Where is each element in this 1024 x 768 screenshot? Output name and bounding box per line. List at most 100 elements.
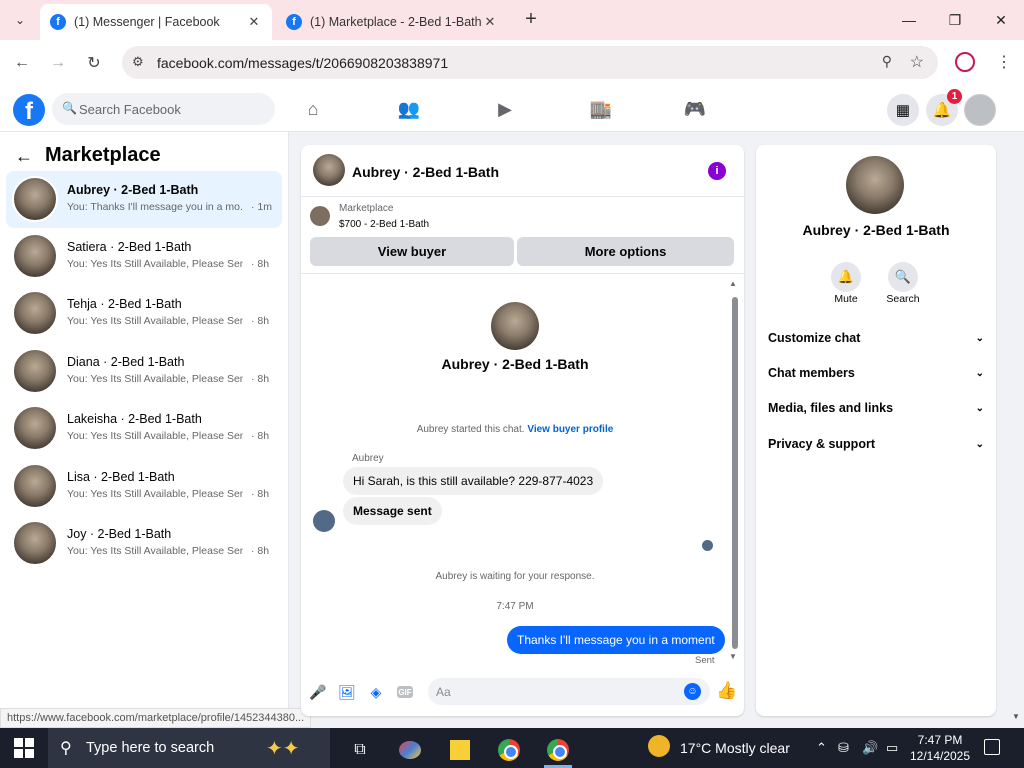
network-icon[interactable]: ⛁ bbox=[838, 740, 849, 756]
back-arrow-icon[interactable]: ← bbox=[10, 51, 34, 75]
mute-bell-icon[interactable]: 🔔 bbox=[831, 262, 861, 292]
conversation-item[interactable]: Satiera · 2-Bed 1-Bath You: Yes Its Stil… bbox=[6, 228, 282, 285]
tab-close-icon[interactable]: ✕ bbox=[246, 14, 262, 30]
back-arrow-icon[interactable]: ← bbox=[15, 146, 33, 167]
notifications-icon[interactable] bbox=[984, 739, 1000, 755]
listing-price: $700 - 2-Bed 1-Bath bbox=[339, 219, 430, 230]
menu-grid-icon[interactable]: ▦ bbox=[887, 94, 919, 126]
tab-search-chevron-icon[interactable]: ⌄ bbox=[8, 8, 32, 32]
chevron-down-icon: ⌄ bbox=[975, 402, 984, 414]
section-label: Chat members bbox=[768, 366, 855, 380]
marketplace-listing-row[interactable]: Marketplace $700 - 2-Bed 1-Bath bbox=[301, 197, 744, 237]
more-options-button[interactable]: More options bbox=[517, 237, 734, 266]
avatar bbox=[12, 405, 58, 451]
restore-icon[interactable]: ❐ bbox=[932, 0, 978, 40]
gif-icon[interactable]: GIF bbox=[397, 686, 413, 698]
facebook-logo-icon[interactable]: f bbox=[13, 94, 45, 126]
facebook-search[interactable]: 🔍 bbox=[52, 93, 275, 125]
friends-icon[interactable]: 👥 bbox=[396, 96, 422, 122]
search-icon[interactable]: 🔍 bbox=[888, 262, 918, 292]
browser-toolbar: ← → ↻ ⚙ facebook.com/messages/t/20669082… bbox=[0, 40, 1024, 86]
app-icon[interactable] bbox=[390, 732, 430, 768]
incoming-message[interactable]: Message sent bbox=[343, 497, 442, 525]
chrome-profile-icon[interactable] bbox=[955, 52, 975, 72]
media-files-links-section[interactable]: Media, files and links ⌄ bbox=[768, 396, 984, 420]
url-text[interactable]: facebook.com/messages/t/2066908203838971 bbox=[157, 55, 448, 71]
chrome-menu-icon[interactable]: ⋮ bbox=[996, 52, 1012, 72]
message-composer[interactable]: ☺ bbox=[428, 678, 710, 705]
chat-members-section[interactable]: Chat members ⌄ bbox=[768, 361, 984, 385]
site-info-icon[interactable]: ⚙ bbox=[132, 54, 144, 70]
chrome-profile-app-icon[interactable] bbox=[538, 732, 578, 768]
conversation-snippet: You: Thanks I'll message you in a mo... bbox=[67, 201, 243, 213]
marketplace-store-icon[interactable]: 🏬 bbox=[588, 96, 614, 122]
incoming-message[interactable]: Hi Sarah, is this still available? 229-8… bbox=[343, 467, 604, 495]
privacy-support-section[interactable]: Privacy & support ⌄ bbox=[768, 432, 984, 456]
chrome-icon[interactable] bbox=[489, 732, 529, 768]
chat-scrollbar[interactable] bbox=[732, 297, 738, 649]
info-icon[interactable]: i bbox=[708, 162, 726, 180]
avatar[interactable] bbox=[846, 156, 904, 214]
minimize-icon[interactable]: — bbox=[886, 0, 932, 40]
task-view-icon[interactable]: ⧉ bbox=[340, 732, 380, 768]
conversation-snippet: You: Yes Its Still Available, Please Sen… bbox=[67, 315, 243, 327]
sticker-icon[interactable]: ◈ bbox=[367, 683, 385, 701]
avatar bbox=[12, 520, 58, 566]
chevron-up-icon[interactable]: ⌃ bbox=[816, 740, 827, 756]
weather-moon-icon[interactable] bbox=[648, 735, 670, 757]
marketplace-label: Marketplace bbox=[339, 203, 394, 214]
conversation-name: Joy · 2-Bed 1-Bath bbox=[67, 527, 172, 541]
avatar[interactable] bbox=[313, 154, 345, 186]
tab-close-icon[interactable]: ✕ bbox=[482, 14, 498, 30]
account-avatar[interactable] bbox=[964, 94, 996, 126]
weather-text[interactable]: 17°C Mostly clear bbox=[680, 740, 790, 756]
conversation-item[interactable]: Diana · 2-Bed 1-Bath You: Yes Its Still … bbox=[6, 343, 282, 400]
chat-title[interactable]: Aubrey · 2-Bed 1-Bath bbox=[352, 164, 499, 180]
zoom-magnifier-icon[interactable]: ⚲ bbox=[882, 53, 892, 70]
sticky-notes-icon[interactable] bbox=[440, 732, 480, 768]
gaming-icon[interactable]: 🎮 bbox=[682, 96, 708, 122]
taskbar-search[interactable]: ⚲ ✦✦ bbox=[48, 728, 330, 768]
conversation-item[interactable]: Lakeisha · 2-Bed 1-Bath You: Yes Its Sti… bbox=[6, 400, 282, 457]
link-status-bar: https://www.facebook.com/marketplace/pro… bbox=[0, 708, 312, 728]
view-buyer-profile-link[interactable]: View buyer profile bbox=[527, 424, 613, 435]
conversation-item[interactable]: Lisa · 2-Bed 1-Bath You: Yes Its Still A… bbox=[6, 458, 282, 515]
listing-thumbnail bbox=[310, 206, 330, 226]
avatar[interactable] bbox=[491, 302, 539, 350]
view-buyer-button[interactable]: View buyer bbox=[310, 237, 514, 266]
browser-tab-strip: ⌄ f (1) Messenger | Facebook ✕ f (1) Mar… bbox=[0, 0, 1024, 40]
address-bar[interactable]: ⚙ facebook.com/messages/t/20669082038389… bbox=[122, 46, 938, 79]
conversation-item[interactable]: Joy · 2-Bed 1-Bath You: Yes Its Still Av… bbox=[6, 515, 282, 572]
windows-start-icon[interactable] bbox=[14, 738, 34, 758]
thumbs-up-icon[interactable]: 👍 bbox=[716, 681, 737, 701]
conversation-item[interactable]: Aubrey · 2-Bed 1-Bath You: Thanks I'll m… bbox=[6, 171, 282, 228]
volume-icon[interactable]: 🔊 bbox=[862, 740, 878, 756]
clock-date: 12/14/2025 bbox=[909, 749, 971, 763]
tab-messenger[interactable]: f (1) Messenger | Facebook ✕ bbox=[40, 4, 272, 40]
taskbar-search-input[interactable] bbox=[86, 728, 266, 768]
scroll-up-arrow-icon[interactable]: ▲ bbox=[729, 279, 737, 288]
new-tab-plus-icon[interactable]: + bbox=[520, 8, 542, 30]
emoji-icon[interactable]: ☺ bbox=[684, 683, 701, 700]
bookmark-star-icon[interactable]: ☆ bbox=[910, 52, 924, 72]
forward-arrow-icon[interactable]: → bbox=[46, 51, 70, 75]
conversation-item[interactable]: Tehja · 2-Bed 1-Bath You: Yes Its Still … bbox=[6, 285, 282, 342]
microphone-icon[interactable]: 🎤 bbox=[309, 683, 327, 701]
notification-badge: 1 bbox=[947, 89, 962, 104]
display-icon[interactable]: ▭ bbox=[886, 740, 898, 756]
watch-video-icon[interactable]: ▶ bbox=[492, 96, 518, 122]
home-icon[interactable]: ⌂ bbox=[300, 96, 326, 122]
outgoing-message[interactable]: Thanks I'll message you in a moment bbox=[507, 626, 725, 654]
customize-chat-section[interactable]: Customize chat ⌄ bbox=[768, 326, 984, 350]
scroll-down-arrow-icon[interactable]: ▼ bbox=[729, 652, 737, 661]
facebook-search-input[interactable] bbox=[79, 93, 269, 125]
reload-icon[interactable]: ↻ bbox=[82, 51, 106, 75]
tab-marketplace[interactable]: f (1) Marketplace - 2-Bed 1-Bath ✕ bbox=[276, 4, 508, 40]
photo-icon[interactable]: 🖼 bbox=[338, 683, 356, 701]
conversation-name: Lisa · 2-Bed 1-Bath bbox=[67, 470, 175, 484]
page-scroll-down-icon[interactable]: ▼ bbox=[1012, 712, 1020, 721]
message-input[interactable] bbox=[436, 678, 676, 705]
window-close-icon[interactable]: ✕ bbox=[978, 0, 1024, 40]
taskbar-clock[interactable]: 7:47 PM 12/14/2025 bbox=[904, 732, 976, 764]
conversation-snippet: You: Yes Its Still Available, Please Sen… bbox=[67, 430, 243, 442]
